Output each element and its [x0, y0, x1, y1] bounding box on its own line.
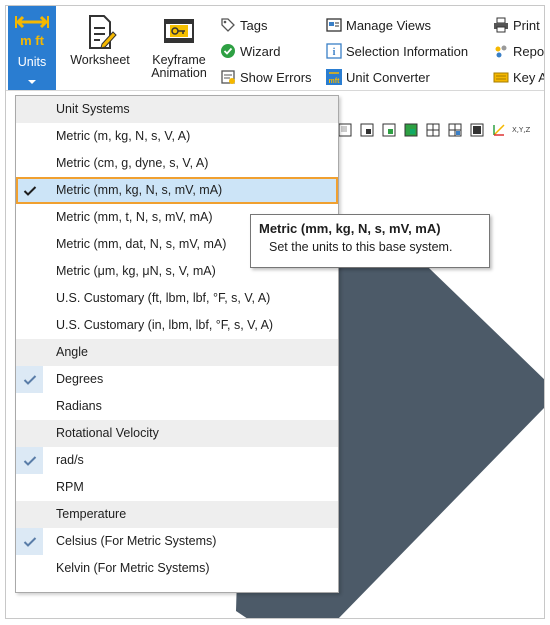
unit-converter-icon: mft — [326, 69, 342, 85]
film-key-icon — [164, 19, 194, 43]
units-label: Units — [17, 55, 47, 69]
tooltip-title: Metric (mm, kg, N, s, mV, mA) — [259, 221, 441, 236]
menu-item-label: Metric (cm, g, dyne, s, V, A) — [56, 156, 209, 170]
units-icon-text: m ft — [20, 33, 45, 48]
menu-item-label: RPM — [56, 480, 84, 494]
selection-information-label: Selection Information — [346, 43, 469, 59]
ribbon: m ft Units Worksheet Keyframe Animation … — [6, 6, 545, 90]
printer-icon — [494, 17, 508, 33]
section-header-temperature: Temperature — [16, 501, 338, 528]
section-header-rotational-velocity: Rotational Velocity — [16, 420, 338, 447]
show-errors-button[interactable]: Show Errors — [220, 64, 312, 90]
info-icon: i — [326, 43, 342, 59]
axis-triad-label[interactable]: X,Y,Z — [512, 126, 530, 134]
menu-item-metric-cm-g[interactable]: Metric (cm, g, dyne, s, V, A) — [16, 150, 338, 177]
ribbon-column-3: Print Repo Key A — [493, 12, 545, 90]
units-dropdown-menu: Unit Systems Metric (m, kg, N, s, V, A) … — [15, 95, 339, 593]
wizard-label: Wizard — [240, 43, 281, 59]
manage-views-button[interactable]: Manage Views — [326, 12, 468, 38]
key-button[interactable]: Key A — [493, 64, 545, 90]
report-button[interactable]: Repo — [493, 38, 545, 64]
menu-item-label: Metric (mm, t, N, s, mV, mA) — [56, 210, 213, 224]
menu-item-rpm[interactable]: RPM — [16, 474, 338, 501]
manage-views-label: Manage Views — [346, 17, 432, 33]
view-right-icon[interactable] — [402, 121, 420, 139]
menu-item-rad-per-s[interactable]: rad/s — [16, 447, 338, 474]
ribbon-column-1: Tags Wizard Show Errors — [220, 12, 312, 90]
worksheet-icon — [89, 15, 117, 49]
menu-item-label: Celsius (For Metric Systems) — [56, 534, 217, 548]
keyboard-icon — [493, 72, 509, 83]
menu-item-label: Kelvin (For Metric Systems) — [56, 561, 210, 575]
menu-item-label: Metric (mm, kg, N, s, mV, mA) — [56, 183, 223, 197]
error-list-icon — [221, 70, 235, 84]
menu-item-us-customary-ft[interactable]: U.S. Customary (ft, lbm, lbf, °F, s, V, … — [16, 285, 338, 312]
menu-item-label: Metric (m, kg, N, s, V, A) — [56, 129, 191, 143]
menu-item-label: U.S. Customary (ft, lbm, lbf, °F, s, V, … — [56, 291, 271, 305]
wizard-button[interactable]: Wizard — [220, 38, 312, 64]
units-icon: m ft — [15, 15, 49, 48]
tooltip: Metric (mm, kg, N, s, mV, mA) Set the un… — [250, 214, 490, 268]
tooltip-description: Set the units to this base system. — [269, 240, 453, 254]
keyframe-label-line2: Animation — [151, 66, 207, 80]
svg-text:mft: mft — [329, 78, 341, 85]
keyframe-animation-button[interactable]: Keyframe Animation — [140, 6, 218, 90]
menu-item-label: Degrees — [56, 372, 104, 386]
check-icon — [16, 447, 43, 474]
menu-item-degrees[interactable]: Degrees — [16, 366, 338, 393]
menu-item-label: rad/s — [56, 453, 84, 467]
svg-text:i: i — [333, 47, 336, 58]
worksheet-label: Worksheet — [70, 53, 130, 67]
view-grid-icon[interactable] — [446, 121, 464, 139]
menu-item-radians[interactable]: Radians — [16, 393, 338, 420]
menu-item-kelvin[interactable]: Kelvin (For Metric Systems) — [16, 555, 338, 582]
chevron-down-icon — [28, 80, 36, 84]
worksheet-button[interactable]: Worksheet — [62, 6, 138, 90]
menu-item-metric-mm-kg[interactable]: Metric (mm, kg, N, s, mV, mA) — [16, 177, 338, 204]
check-icon — [16, 177, 43, 204]
menu-item-label: Metric (μm, kg, μN, s, V, mA) — [56, 264, 216, 278]
check-icon — [16, 366, 43, 393]
tags-label: Tags — [240, 17, 268, 33]
application-window: m ft Units Worksheet Keyframe Animation … — [5, 5, 545, 619]
view-top-icon[interactable] — [380, 121, 398, 139]
menu-item-us-customary-in[interactable]: U.S. Customary (in, lbm, lbf, °F, s, V, … — [16, 312, 338, 339]
menu-item-label: U.S. Customary (in, lbm, lbf, °F, s, V, … — [56, 318, 274, 332]
ribbon-column-2: Manage Views i Selection Information mft… — [326, 12, 468, 90]
report-icon — [495, 45, 507, 58]
key-label: Key A — [513, 69, 545, 85]
views-icon — [326, 18, 342, 32]
unit-converter-button[interactable]: mft Unit Converter — [326, 64, 468, 90]
print-button[interactable]: Print — [493, 12, 544, 38]
view-front-icon[interactable] — [358, 121, 376, 139]
units-button[interactable]: m ft Units — [8, 6, 56, 90]
section-header-angle: Angle — [16, 339, 338, 366]
tag-icon — [221, 18, 235, 32]
view-iso-icon[interactable] — [424, 121, 442, 139]
selection-information-button[interactable]: i Selection Information — [326, 38, 468, 64]
check-icon — [16, 528, 43, 555]
menu-item-metric-m-kg[interactable]: Metric (m, kg, N, s, V, A) — [16, 123, 338, 150]
report-label: Repo — [513, 43, 545, 59]
menu-item-label: Radians — [56, 399, 102, 413]
menu-item-celsius[interactable]: Celsius (For Metric Systems) — [16, 528, 338, 555]
unit-converter-label: Unit Converter — [346, 69, 430, 85]
view-shaded-icon[interactable] — [468, 121, 486, 139]
tags-button[interactable]: Tags — [220, 12, 312, 38]
view-toolbar: X,Y,Z — [336, 119, 530, 141]
menu-item-label: Metric (mm, dat, N, s, mV, mA) — [56, 237, 227, 251]
print-label: Print — [513, 17, 540, 33]
view-orient-icon[interactable] — [490, 121, 508, 139]
check-circle-icon — [221, 44, 235, 58]
section-header-unit-systems: Unit Systems — [16, 96, 338, 123]
show-errors-label: Show Errors — [240, 69, 312, 85]
